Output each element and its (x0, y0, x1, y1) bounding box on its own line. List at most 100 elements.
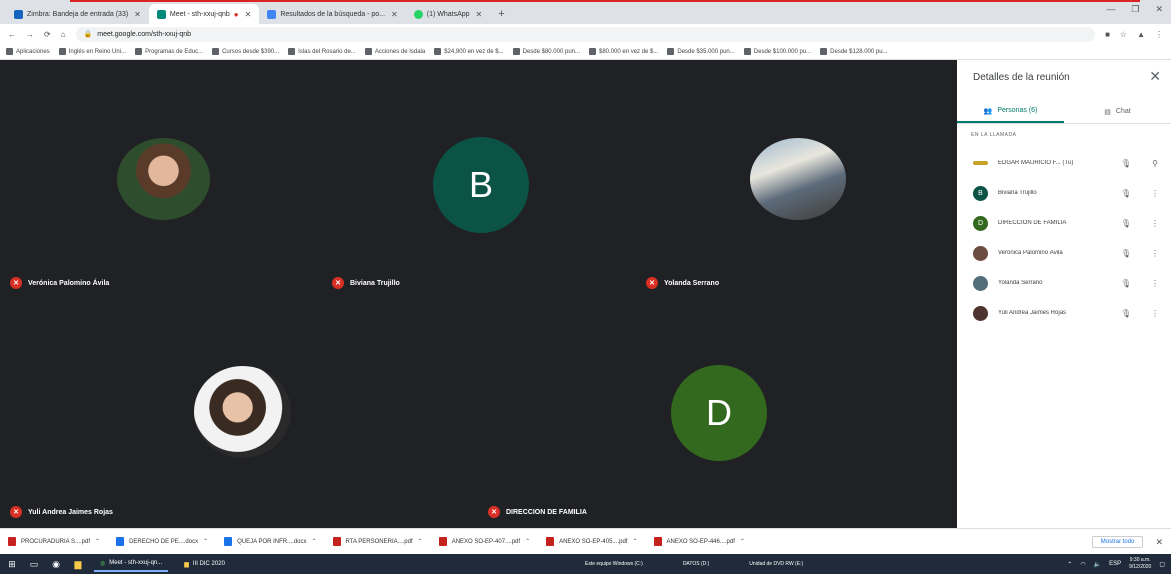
home-icon[interactable]: ⌂ (61, 30, 66, 39)
mic-off-icon[interactable]: 🎙 (1121, 189, 1131, 198)
close-icon[interactable]: ✕ (391, 10, 398, 19)
participant-row[interactable]: Yuli Andrea Jaimes Rojas 🎙 ⋮ (957, 298, 1171, 328)
mic-off-icon[interactable]: 🎙 (1121, 159, 1131, 168)
camera-icon[interactable]: ■ (1105, 30, 1110, 39)
extension-icon[interactable]: ▲ (1137, 30, 1145, 39)
bookmark[interactable]: Desde $80.000 pun... (512, 48, 580, 55)
drive-d[interactable]: DATOS (D:) (683, 561, 709, 567)
bookmark[interactable]: Desde $100.000 pu... (743, 48, 811, 55)
file-explorer-icon[interactable]: ▆ (72, 558, 84, 570)
mic-off-icon[interactable]: 🎙 (1121, 279, 1131, 288)
pin-icon[interactable]: ⚲ (1151, 159, 1159, 168)
forward-icon[interactable]: → (26, 30, 34, 39)
meeting-details-panel: Detalles de la reunión ✕ 👥 Personas (6) … (957, 60, 1171, 528)
drive-c[interactable]: Este equipo Windows (C:) (585, 561, 643, 567)
tile-label: ✕ Biviana Trujillo (332, 277, 400, 289)
system-tray: ⌃ ◠ 🔈 ESP 9:30 a.m. 9/12/2020 ▢ (1067, 554, 1165, 574)
bookmark[interactable]: Islas del Rosario de... (288, 48, 356, 55)
tab-search-results[interactable]: Resultados de la búsqueda - po... ✕ (259, 4, 405, 24)
participant-row[interactable]: B Biviana Trujillo 🎙 ⋮ (957, 178, 1171, 208)
chevron-up-icon[interactable]: ⌃ (740, 538, 745, 545)
tile-label: ✕ Yuli Andrea Jaimes Rojas (10, 506, 113, 518)
bookmark-icon (743, 48, 751, 55)
mic-off-icon[interactable]: 🎙 (1121, 219, 1131, 228)
new-tab-button[interactable]: + (490, 4, 512, 24)
tab-people[interactable]: 👥 Personas (6) (957, 100, 1064, 123)
download-item[interactable]: DERECHO DE PE....docx ⌃ (116, 537, 208, 546)
bookmark[interactable]: Aplicaciones (6, 48, 50, 55)
chevron-up-icon[interactable]: ⌃ (95, 538, 100, 545)
participant-row[interactable]: Yolanda Serrano 🎙 ⋮ (957, 268, 1171, 298)
participant-row[interactable]: D DIRECCION DE FAMILIA 🎙 ⋮ (957, 208, 1171, 238)
windows-start-icon[interactable]: ⊞ (6, 558, 18, 570)
section-label: EN LA LLAMADA (971, 132, 1017, 138)
tab-whatsapp[interactable]: (1) WhatsApp ✕ (406, 4, 491, 24)
chevron-up-icon[interactable]: ⌃ (418, 538, 423, 545)
more-options-icon[interactable]: ⋮ (1151, 279, 1159, 288)
tab-label: (1) WhatsApp (426, 10, 470, 18)
close-shelf-icon[interactable]: ✕ (1155, 537, 1163, 548)
host-avatar (973, 161, 988, 165)
avatar (973, 275, 988, 291)
mic-off-icon[interactable]: 🎙 (1121, 309, 1131, 318)
minimize-icon[interactable]: — (1106, 4, 1115, 15)
drive-e[interactable]: Unidad de DVD RW (E:) (749, 561, 803, 567)
folder-icon: ▆ (184, 561, 189, 568)
volume-icon[interactable]: 🔈 (1094, 561, 1101, 568)
download-item[interactable]: ANEXO SO-EP-405....pdf ⌃ (546, 537, 638, 546)
close-icon[interactable]: ✕ (245, 10, 252, 19)
more-options-icon[interactable]: ⋮ (1151, 189, 1159, 198)
close-icon[interactable]: ✕ (476, 10, 483, 19)
more-options-icon[interactable]: ⋮ (1151, 309, 1159, 318)
bookmark[interactable]: Cursos desde $390... (212, 48, 279, 55)
clock[interactable]: 9:30 a.m. 9/12/2020 (1129, 557, 1151, 571)
bookmark[interactable]: Inglés en Reino Uni... (58, 48, 126, 55)
participant-row[interactable]: EDGAR MAURICIO F... (Tú) 🎙 ⚲ (957, 148, 1171, 178)
chevron-up-icon[interactable]: ⌃ (311, 538, 316, 545)
chevron-up-icon[interactable]: ⌃ (632, 538, 637, 545)
windows-taskbar: ⊞ ▭ ◉ ▆ ◍ Meet - sth-xxuj-qn... ▆ III DI… (0, 554, 1171, 574)
bookmark[interactable]: Programas de Educ... (135, 48, 203, 55)
url-field[interactable]: 🔒 meet.google.com/sth-xxuj-qnb (75, 26, 1096, 42)
restore-icon[interactable]: ❐ (1131, 4, 1139, 15)
more-options-icon[interactable]: ⋮ (1151, 249, 1159, 258)
close-window-icon[interactable]: ✕ (1155, 4, 1163, 15)
notifications-icon[interactable]: ▢ (1159, 561, 1165, 568)
edge-icon[interactable]: ◉ (50, 558, 62, 570)
download-item[interactable]: ANEXO SO-EP-446....pdf ⌃ (653, 537, 745, 546)
bookmark[interactable]: $80.000 en vez de $... (589, 48, 658, 55)
more-options-icon[interactable]: ⋮ (1151, 219, 1159, 228)
taskbar-chrome-window[interactable]: ◍ Meet - sth-xxuj-qn... (94, 556, 169, 572)
close-icon[interactable]: ✕ (134, 10, 141, 19)
chevron-up-icon[interactable]: ⌃ (525, 538, 530, 545)
lock-icon: 🔒 (83, 31, 93, 38)
chevron-up-icon[interactable]: ⌃ (203, 538, 208, 545)
tray-chevron-icon[interactable]: ⌃ (1067, 561, 1072, 568)
taskbar-folder-window[interactable]: ▆ III DIC 2020 (178, 556, 231, 572)
red-annotation-line (70, 0, 1140, 2)
reload-icon[interactable]: ⟳ (44, 30, 51, 39)
bookmark[interactable]: $24,900 en vez de $... (434, 48, 504, 55)
bookmark[interactable]: Desde $128.000 pu... (820, 48, 888, 55)
download-item[interactable]: PROCURADURIA S....pdf ⌃ (8, 537, 100, 546)
participant-row[interactable]: Verónica Palomino Ávila 🎙 ⋮ (957, 238, 1171, 268)
mic-off-icon[interactable]: 🎙 (1121, 249, 1131, 258)
download-item[interactable]: RTA PERSONERIA....pdf ⌃ (332, 537, 423, 546)
download-item[interactable]: ANEXO SO-EP-407....pdf ⌃ (438, 537, 530, 546)
task-view-icon[interactable]: ▭ (28, 558, 40, 570)
star-icon[interactable]: ☆ (1120, 30, 1127, 39)
pdf-icon (332, 537, 341, 546)
network-icon[interactable]: ◠ (1080, 561, 1085, 568)
menu-icon[interactable]: ⋮ (1155, 30, 1163, 39)
bookmark[interactable]: Acciones de Isdala (364, 48, 425, 55)
download-item[interactable]: QUEJA POR INFR....docx ⌃ (224, 537, 317, 546)
back-icon[interactable]: ← (8, 30, 16, 39)
close-panel-icon[interactable]: ✕ (1149, 68, 1161, 85)
tab-meet[interactable]: Meet - sth-xxuj-qnb ● ✕ (148, 4, 260, 24)
tab-chat[interactable]: ▤ Chat (1064, 100, 1171, 123)
language-indicator[interactable]: ESP (1109, 561, 1121, 567)
bookmark[interactable]: Desde $35.000 pun... (667, 48, 735, 55)
show-all-button[interactable]: Mostrar todo (1091, 536, 1144, 548)
tab-zimbra[interactable]: Zimbra: Bandeja de entrada (33) ✕ (6, 4, 149, 24)
screen: Zimbra: Bandeja de entrada (33) ✕ Meet -… (0, 0, 1171, 574)
